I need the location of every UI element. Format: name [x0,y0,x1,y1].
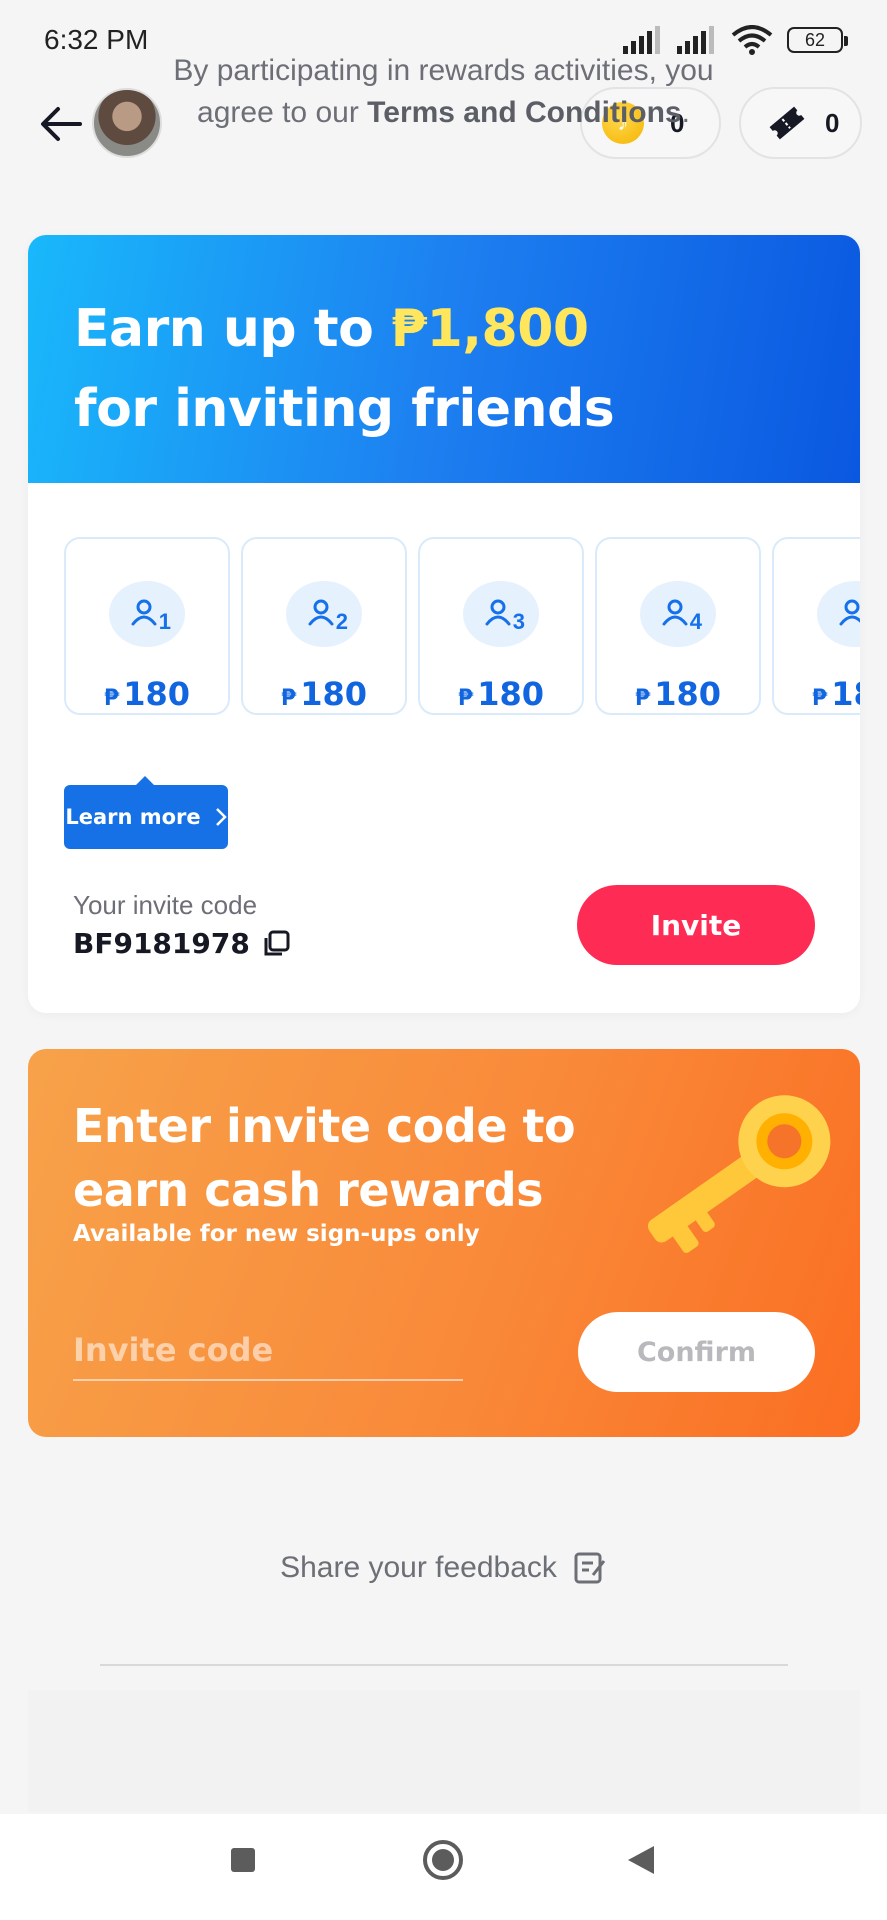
amount-value: 180 [300,675,368,713]
friend-icon [839,599,860,626]
invite-code-value: BF9181978 [73,927,250,960]
home-circle-icon[interactable] [421,1838,465,1882]
invite-code[interactable]: BF9181978 [73,927,290,960]
share-feedback-link[interactable]: Share your feedback [0,1545,887,1591]
recents-square-icon[interactable] [229,1846,257,1874]
friend-badge: 2 [286,581,362,647]
enter-title-line2: earn cash rewards [73,1163,544,1217]
learn-more-button[interactable]: Learn more [64,776,228,849]
copy-icon[interactable] [262,930,290,958]
headline-prefix: Earn up to [74,299,391,359]
headline-amount: ₱1,800 [390,299,589,359]
chevron-right-icon [215,808,227,826]
amount-value: 180 [654,675,722,713]
rewards-carousel[interactable]: 1 ₱ 180 2 ₱ 180 3 ₱ 180 4 ₱ 180 ₱ 1 [64,537,860,717]
invite-headline: Earn up to ₱1,800 for inviting friends [74,289,814,449]
terms-line2-suffix: . [681,96,690,129]
friend-badge: 4 [640,581,716,647]
amount-value: 180 [123,675,191,713]
enter-code-subtitle: Available for new sign-ups only [73,1221,480,1247]
enter-code-title: Enter invite code to earn cash rewards [73,1094,576,1222]
friend-number: 1 [158,609,171,634]
terms-text: By participating in rewards activities, … [0,50,887,134]
key-icon [647,1095,831,1253]
terms-link[interactable]: Terms and Conditions [367,96,681,129]
friend-badge: 1 [109,581,185,647]
friend-number: 4 [689,609,702,634]
friend-badge: 3 [463,581,539,647]
battery-level: 62 [804,29,826,50]
currency-symbol: ₱ [811,686,828,711]
divider [100,1664,788,1666]
friend-badge: 5 [817,581,860,647]
edit-icon [574,1552,606,1584]
feedback-label: Share your feedback [280,1551,557,1584]
enter-invite-code-card: Enter invite code to earn cash rewards A… [28,1049,860,1437]
currency-symbol: ₱ [103,686,120,711]
reward-tile[interactable]: 4 ₱ 180 [595,537,761,715]
currency-symbol: ₱ [634,686,651,711]
reward-amount: ₱180 [458,675,544,713]
reward-tile[interactable]: 3 ₱ 180 [418,537,584,715]
currency-symbol: ₱ [457,686,474,711]
reward-tile[interactable]: 2 ₱ 180 [241,537,407,715]
invite-banner: Earn up to ₱1,800 for inviting friends [28,235,860,483]
learn-more-label: Learn more [65,805,201,829]
reward-amount: ₱180 [635,675,721,713]
invite-button[interactable]: Invite [577,885,815,965]
reward-amount: ₱180 [281,675,367,713]
amount-value: 180 [831,675,860,713]
reward-amount: ₱180 [812,675,860,713]
terms-section [28,1690,860,1812]
currency-symbol: ₱ [280,686,297,711]
back-triangle-icon[interactable] [626,1844,656,1876]
enter-title-line1: Enter invite code to [73,1099,576,1153]
system-nav-bar [0,1814,887,1920]
friend-number: 3 [512,609,525,634]
invite-code-label: Your invite code [73,890,258,920]
terms-line2-prefix: agree to our [197,96,368,129]
friend-number: 2 [335,609,348,634]
amount-value: 180 [477,675,545,713]
invite-friends-card: Earn up to ₱1,800 for inviting friends 1… [28,235,860,1013]
terms-line1: By participating in rewards activities, … [173,54,714,87]
invite-code-input[interactable] [73,1321,463,1381]
reward-tile[interactable]: 1 ₱ 180 [64,537,230,715]
headline-line2: for inviting friends [74,379,615,439]
reward-amount: ₱180 [104,675,190,713]
reward-tile[interactable]: 5 ₱180 [772,537,860,715]
confirm-button[interactable]: Confirm [578,1312,815,1392]
